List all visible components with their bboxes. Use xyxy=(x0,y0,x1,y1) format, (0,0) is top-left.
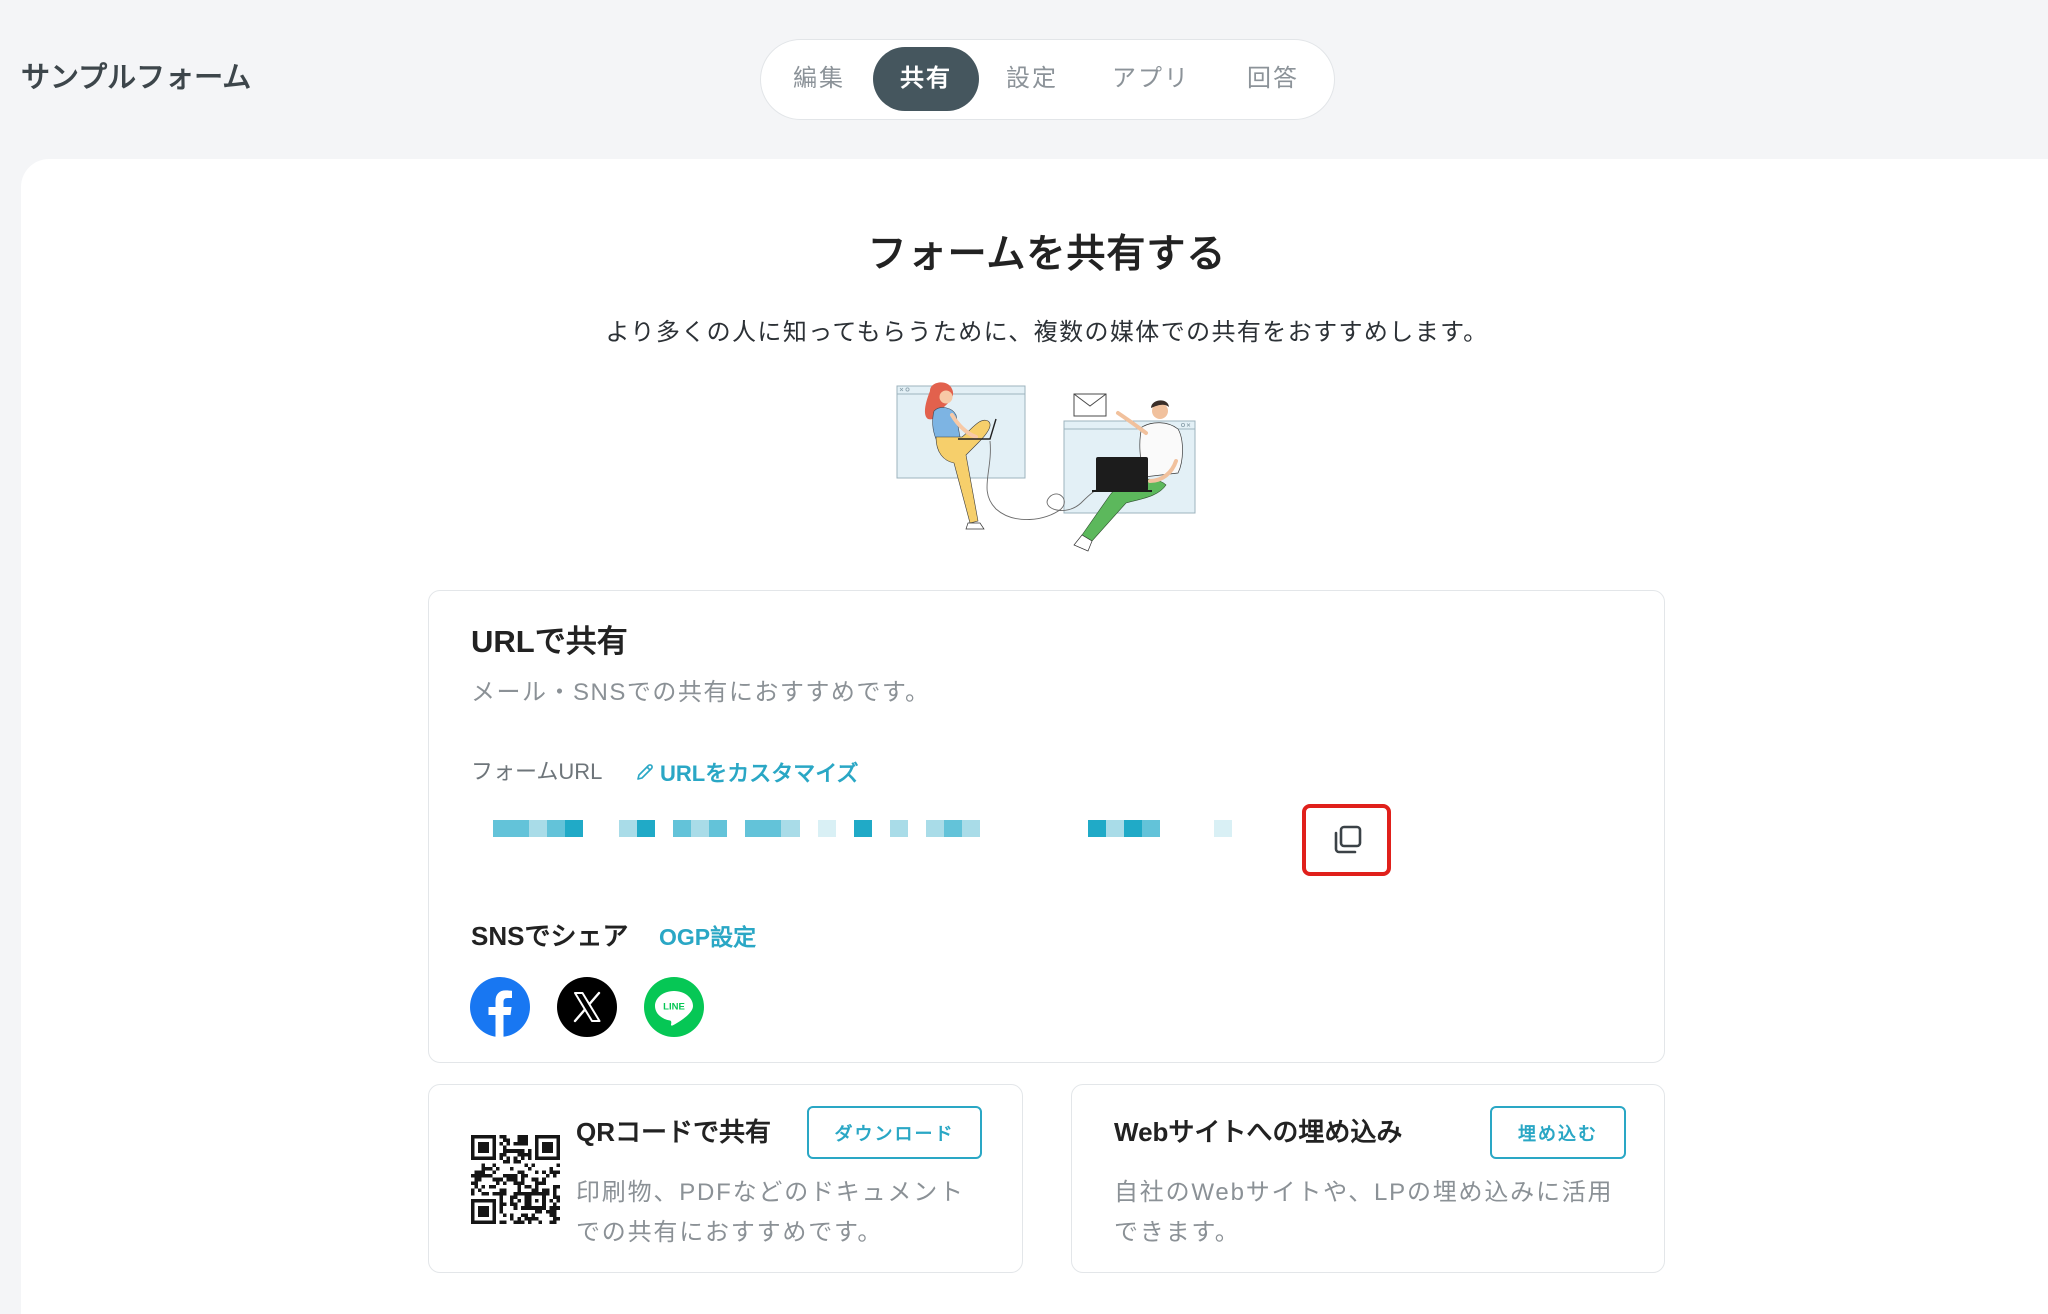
woman-face xyxy=(939,390,953,404)
woman-shoe xyxy=(965,522,985,530)
copy-icon-front xyxy=(1334,831,1356,854)
url-mosaic-cell xyxy=(637,820,656,837)
url-mosaic-cell xyxy=(1124,820,1143,837)
qr-share-description: 印刷物、PDFなどのドキュメント での共有におすすめです。 xyxy=(576,1173,965,1253)
tab-bar: 編集 共有 設定 アプリ 回答 xyxy=(760,39,1335,120)
customize-url-label: URLをカスタマイズ xyxy=(660,761,859,786)
url-mosaic-cell xyxy=(493,820,512,837)
qr-finder-pattern xyxy=(478,1206,489,1217)
pencil-body xyxy=(637,764,653,780)
sns-share-title: SNSでシェア xyxy=(471,921,629,951)
customize-url-link[interactable]: URLをカスタマイズ xyxy=(635,756,859,788)
page-subtitle: より多くの人に知ってもらうために、複数の媒体での共有をおすすめします。 xyxy=(605,319,1489,346)
man-laptop xyxy=(1096,457,1148,491)
embed-share-title: Webサイトへの埋め込み xyxy=(1114,1117,1403,1147)
qr-finder-pattern xyxy=(478,1142,489,1153)
qr-finder-pattern xyxy=(542,1142,553,1153)
app-title: サンプルフォーム xyxy=(21,62,252,94)
url-mosaic-cell xyxy=(1106,820,1125,837)
pencil-icon xyxy=(635,762,655,782)
url-mosaic-cell xyxy=(1087,820,1107,837)
url-share-card: URLで共有 メール・SNSでの共有におすすめです。 フォームURL URLをカ… xyxy=(428,590,1665,1063)
url-mosaic-cell xyxy=(925,820,944,837)
line-icon: LINE xyxy=(644,977,704,1037)
line-share-button[interactable]: LINE xyxy=(644,977,704,1037)
url-mosaic-cell xyxy=(1214,820,1233,837)
qr-code-image xyxy=(471,1135,560,1224)
url-mosaic-cell xyxy=(673,820,692,837)
x-share-button[interactable] xyxy=(557,977,617,1037)
url-mosaic-cell xyxy=(1142,820,1161,837)
copy-button[interactable] xyxy=(1302,804,1391,876)
url-mosaic-cell xyxy=(745,820,764,837)
qr-download-button[interactable]: ダウンロード xyxy=(807,1106,982,1159)
url-mosaic-cell xyxy=(853,820,872,837)
qr-description-line: 印刷物、PDFなどのドキュメント xyxy=(576,1179,965,1206)
tab-share[interactable]: 共有 xyxy=(873,47,979,111)
url-mosaic-cell xyxy=(709,820,728,837)
tab-settings[interactable]: 設定 xyxy=(984,47,1080,111)
qr-share-title: QRコードで共有 xyxy=(576,1117,772,1147)
facebook-icon xyxy=(470,977,530,1037)
embed-share-description: 自社のWebサイトや、LPの埋め込みに活用 できます。 xyxy=(1114,1173,1613,1253)
embed-share-card: Webサイトへの埋め込み 埋め込む 自社のWebサイトや、LPの埋め込みに活用 … xyxy=(1071,1084,1665,1273)
sharing-illustration xyxy=(896,382,1196,552)
embed-description-line: できます。 xyxy=(1114,1219,1241,1246)
pencil-line xyxy=(646,766,651,771)
envelope-icon xyxy=(1073,393,1107,417)
form-url-value xyxy=(493,820,1233,837)
url-mosaic-cell xyxy=(547,820,566,837)
url-share-description: メール・SNSでの共有におすすめです。 xyxy=(471,679,931,706)
form-url-label: フォームURL xyxy=(471,759,603,784)
url-mosaic-cell xyxy=(943,820,962,837)
url-mosaic-cell xyxy=(691,820,710,837)
page-title: フォームを共有する xyxy=(867,233,1227,276)
embed-button[interactable]: 埋め込む xyxy=(1490,1106,1626,1159)
embed-description-line: 自社のWebサイトや、LPの埋め込みに活用 xyxy=(1114,1179,1614,1206)
url-mosaic-cell xyxy=(961,820,980,837)
tab-apps[interactable]: アプリ xyxy=(1091,47,1211,111)
url-share-title: URLで共有 xyxy=(471,624,628,659)
url-mosaic-cell xyxy=(763,820,782,837)
line-logo-text: LINE xyxy=(663,1002,685,1013)
url-mosaic-cell xyxy=(529,820,548,837)
copy-icon-back xyxy=(1339,825,1361,848)
qr-share-card: QRコードで共有 ダウンロード 印刷物、PDFなどのドキュメント での共有におす… xyxy=(428,1084,1023,1273)
url-mosaic-cell xyxy=(889,820,908,837)
url-mosaic-cell xyxy=(511,820,530,837)
x-icon xyxy=(557,977,617,1037)
qr-description-line: での共有におすすめです。 xyxy=(576,1219,884,1246)
url-mosaic-cell xyxy=(565,820,584,837)
url-mosaic-cell xyxy=(817,820,836,837)
pencil-icon-graphic xyxy=(637,764,653,780)
x-circle xyxy=(557,977,617,1037)
facebook-share-button[interactable] xyxy=(470,977,530,1037)
url-mosaic-cell xyxy=(619,820,638,837)
copy-icon xyxy=(1334,825,1361,854)
ogp-settings-link[interactable]: OGP設定 xyxy=(659,922,756,952)
qr-alignment-pattern xyxy=(535,1199,539,1203)
tab-edit[interactable]: 編集 xyxy=(773,47,865,111)
url-mosaic-cell xyxy=(781,820,800,837)
tab-responses[interactable]: 回答 xyxy=(1225,47,1321,111)
